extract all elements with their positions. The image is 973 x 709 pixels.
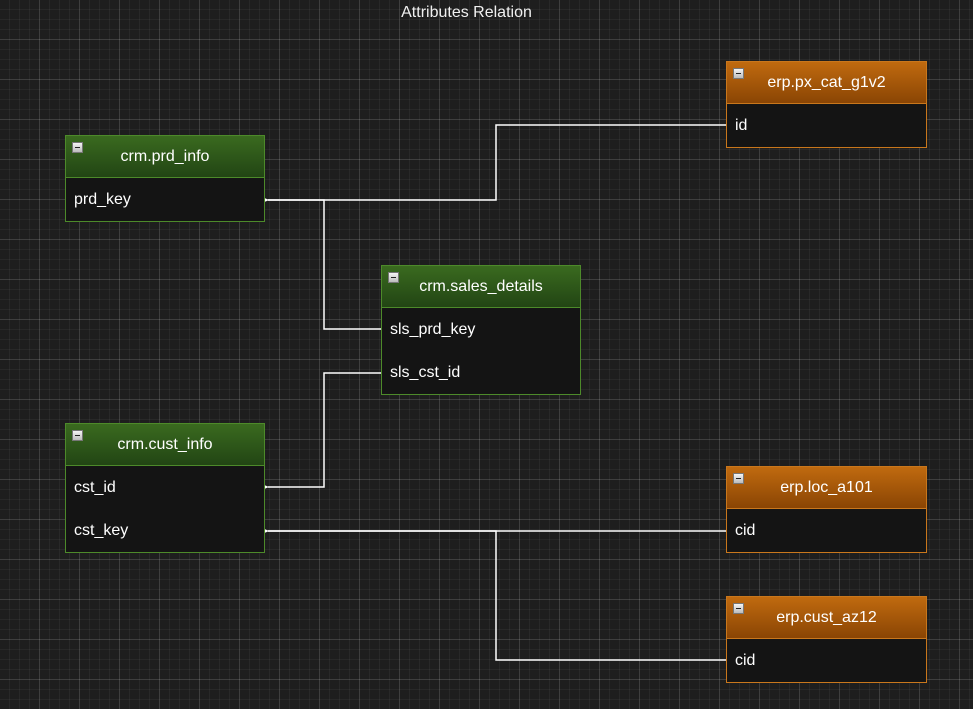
collapse-icon[interactable] bbox=[733, 603, 744, 614]
column-cst-key[interactable]: cst_key bbox=[66, 509, 264, 552]
table-header[interactable]: crm.cust_info bbox=[66, 424, 264, 466]
column-cst-id[interactable]: cst_id bbox=[66, 466, 264, 509]
table-header[interactable]: crm.sales_details bbox=[382, 266, 580, 308]
table-crm-sales-details[interactable]: crm.sales_details sls_prd_key sls_cst_id bbox=[381, 265, 581, 395]
edge-sls-prd-key-to-prd-key bbox=[257, 195, 381, 330]
table-name: crm.cust_info bbox=[117, 436, 213, 453]
table-name: erp.loc_a101 bbox=[780, 479, 873, 496]
table-header[interactable]: erp.px_cat_g1v2 bbox=[727, 62, 926, 104]
table-crm-prd-info[interactable]: crm.prd_info prd_key bbox=[65, 135, 265, 222]
collapse-icon[interactable] bbox=[733, 68, 744, 79]
table-name: erp.px_cat_g1v2 bbox=[767, 74, 886, 91]
collapse-icon[interactable] bbox=[72, 430, 83, 441]
table-header[interactable]: erp.cust_az12 bbox=[727, 597, 926, 639]
column-sls-cst-id[interactable]: sls_cst_id bbox=[382, 351, 580, 394]
collapse-icon[interactable] bbox=[388, 272, 399, 283]
table-erp-cust-az12[interactable]: erp.cust_az12 cid bbox=[726, 596, 927, 683]
column-id[interactable]: id bbox=[727, 104, 926, 147]
table-name: crm.sales_details bbox=[419, 278, 543, 295]
table-crm-cust-info[interactable]: crm.cust_info cst_id cst_key bbox=[65, 423, 265, 553]
table-erp-px-cat-g1v2[interactable]: erp.px_cat_g1v2 id bbox=[726, 61, 927, 148]
edge-sls-cst-id-to-cst-id bbox=[257, 372, 381, 492]
table-name: crm.prd_info bbox=[120, 148, 210, 165]
column-cid[interactable]: cid bbox=[727, 509, 926, 552]
collapse-icon[interactable] bbox=[72, 142, 83, 153]
column-prd-key[interactable]: prd_key bbox=[66, 178, 264, 221]
edge-cust-az12-cid-to-cst-key bbox=[257, 526, 726, 661]
table-erp-loc-a101[interactable]: erp.loc_a101 cid bbox=[726, 466, 927, 553]
collapse-icon[interactable] bbox=[733, 473, 744, 484]
column-cid[interactable]: cid bbox=[727, 639, 926, 682]
table-header[interactable]: erp.loc_a101 bbox=[727, 467, 926, 509]
diagram-canvas[interactable]: Attributes Relation crm.prd_info prd_key… bbox=[0, 0, 973, 709]
column-sls-prd-key[interactable]: sls_prd_key bbox=[382, 308, 580, 351]
table-name: erp.cust_az12 bbox=[776, 609, 877, 626]
table-header[interactable]: crm.prd_info bbox=[66, 136, 264, 178]
edge-px-cat-id-to-prd-key bbox=[257, 124, 726, 205]
